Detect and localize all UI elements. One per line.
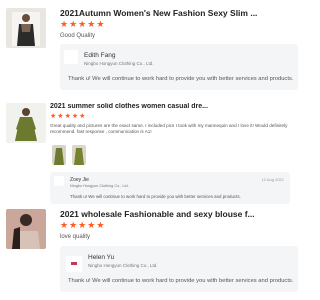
rating-stars: ★ ★ ★ ★ ★ <box>50 113 85 120</box>
star-icon: ★ <box>96 220 105 230</box>
seller-name: Edith Fang <box>84 52 116 59</box>
reply-date: 12 Aug 2021 <box>261 177 284 182</box>
star-icon: ★ <box>96 19 105 29</box>
review-comment: Good Quality <box>60 33 96 39</box>
star-icon: ★ <box>60 220 69 230</box>
seller-name: Zoey Jie <box>70 177 89 183</box>
store-logo-icon <box>66 256 82 272</box>
product-thumbnail[interactable] <box>6 209 46 249</box>
photo-icon <box>72 145 86 165</box>
seller-name: Helen Yu <box>88 254 115 261</box>
review-comment: Great quality and pictures are the exact… <box>50 123 288 134</box>
star-icon: ★ <box>87 220 96 230</box>
star-icon: ★ <box>71 113 79 120</box>
product-title[interactable]: 2021 wholesale Fashionable and sexy blou… <box>60 209 295 219</box>
photo-icon <box>52 145 66 165</box>
seller-reply: Zoey Jie Ningbo Hongyun Clothing Co., Lt… <box>50 172 290 204</box>
seller-avatar <box>54 176 64 186</box>
star-icon: ★ <box>78 19 87 29</box>
product-image-icon <box>6 209 46 249</box>
seller-shop: Ningbo Hongyun Clothing Co., Ltd. <box>84 61 154 66</box>
product-image-icon <box>6 8 46 48</box>
product-image-icon <box>6 103 46 143</box>
star-icon: ★ <box>57 113 64 120</box>
product-thumbnail[interactable] <box>6 8 46 48</box>
reply-text: Thank u! We will continue to work hard t… <box>68 278 294 284</box>
review-photo[interactable] <box>52 145 66 165</box>
product-thumbnail[interactable] <box>6 103 46 143</box>
star-icon: ★ <box>69 19 78 29</box>
seller-reply: Helen Yu Ningbo Hongyun Clothing Co., Lt… <box>60 246 298 292</box>
seller-shop: Ningbo Hongyun Clothing Co., Ltd. <box>88 263 158 268</box>
star-icon: ★ <box>78 220 87 230</box>
product-title[interactable]: 2021Autumn Women's New Fashion Sexy Slim… <box>60 8 295 18</box>
seller-shop: Ningbo Hongyun Clothing Co., Ltd. <box>70 184 129 188</box>
seller-avatar <box>64 50 78 64</box>
seller-avatar <box>66 256 82 272</box>
reply-text: Thank u! We will continue to work hard t… <box>70 194 241 199</box>
star-icon: ★ <box>60 19 69 29</box>
reply-text: Thank u! We will continue to work hard t… <box>68 76 294 82</box>
star-icon: ★ <box>69 220 78 230</box>
rating-stars: ★ ★ ★ ★ ★ <box>60 221 104 230</box>
star-icon: ★ <box>79 113 86 120</box>
star-icon: ★ <box>87 19 96 29</box>
star-icon: ★ <box>50 113 57 120</box>
star-icon: ★ <box>64 113 71 120</box>
rating-stars: ★ ★ ★ ★ ★ <box>60 20 104 29</box>
seller-reply: Edith Fang Ningbo Hongyun Clothing Co., … <box>60 44 298 90</box>
product-title[interactable]: 2021 summer solid clothes women casual d… <box>50 103 295 110</box>
review-comment: love quality <box>60 234 91 240</box>
review-photo[interactable] <box>72 145 86 165</box>
